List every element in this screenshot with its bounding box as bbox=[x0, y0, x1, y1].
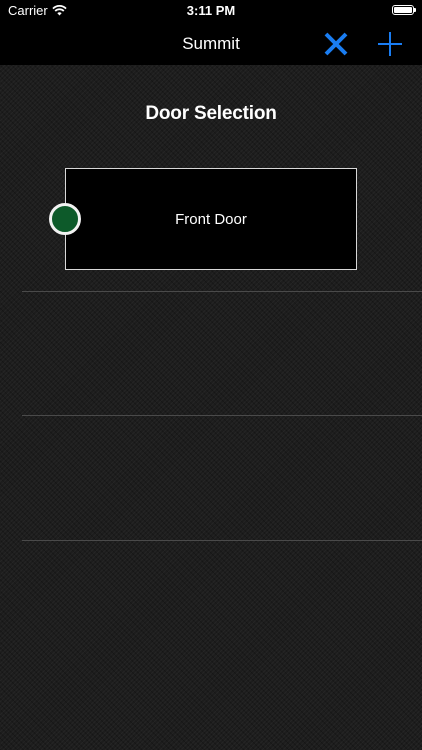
door-status-indicator bbox=[49, 203, 81, 235]
plus-icon bbox=[378, 32, 402, 56]
row-divider bbox=[22, 415, 422, 416]
close-button[interactable] bbox=[322, 30, 350, 58]
door-item-front-door[interactable]: Front Door bbox=[65, 168, 357, 270]
navigation-bar: Summit bbox=[0, 22, 422, 65]
status-time: 3:11 PM bbox=[186, 3, 236, 18]
nav-title: Summit bbox=[182, 34, 240, 53]
row-divider bbox=[22, 291, 422, 292]
door-list-area: Door Selection Front Door bbox=[0, 65, 422, 750]
row-divider bbox=[22, 540, 422, 541]
close-icon bbox=[324, 32, 348, 56]
battery-icon bbox=[392, 5, 416, 15]
status-bar: Carrier 3:11 PM bbox=[0, 0, 422, 22]
door-label: Front Door bbox=[175, 211, 247, 228]
section-title: Door Selection bbox=[145, 103, 277, 124]
add-button[interactable] bbox=[376, 30, 404, 58]
